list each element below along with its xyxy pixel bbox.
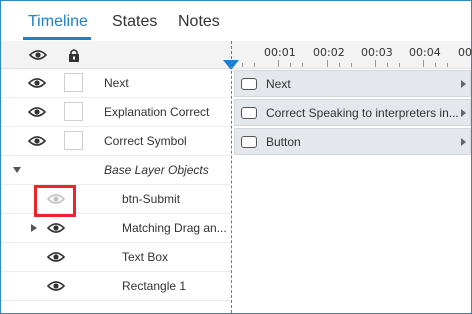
layer-name: Matching Drag an... xyxy=(122,221,227,235)
layer-row[interactable]: Correct Symbol xyxy=(1,127,231,156)
layer-name: Next xyxy=(104,76,129,90)
visibility-eye-icon[interactable] xyxy=(42,246,70,268)
visibility-eye-icon[interactable] xyxy=(23,101,51,123)
visibility-eye-icon[interactable] xyxy=(42,217,70,239)
timeline-track[interactable]: Next xyxy=(234,70,471,97)
ruler-tick-label: 00:03 xyxy=(361,46,393,59)
collapse-chevron-down-icon[interactable] xyxy=(12,165,22,175)
ruler-tick xyxy=(351,63,352,67)
layer-row[interactable]: Rectangle 1 xyxy=(1,272,231,301)
tab-notes[interactable]: Notes xyxy=(178,13,220,31)
lock-toggle[interactable] xyxy=(64,73,83,92)
ruler-tick xyxy=(399,63,400,67)
ruler-tick xyxy=(254,63,255,67)
track-end-arrow-icon xyxy=(461,80,466,88)
ruler-tick-label: 00:04 xyxy=(409,46,441,59)
ruler-tick xyxy=(339,63,340,67)
ruler-tick xyxy=(327,60,328,67)
object-icon xyxy=(241,78,257,90)
ruler-tick xyxy=(447,63,448,67)
ruler-tick xyxy=(278,60,279,67)
visibility-eye-icon[interactable] xyxy=(42,275,70,297)
highlight-annotation xyxy=(34,185,76,217)
track-end-arrow-icon xyxy=(461,138,466,146)
layer-row[interactable]: Explanation Correct xyxy=(1,98,231,127)
lock-toggle[interactable] xyxy=(64,102,83,121)
tab-bar: Timeline States Notes xyxy=(1,1,471,41)
expand-chevron-right-icon[interactable] xyxy=(29,223,39,233)
ruler-tick xyxy=(290,63,291,67)
track-end-arrow-icon xyxy=(461,109,466,117)
ruler-tick xyxy=(435,63,436,67)
layer-row[interactable]: Next xyxy=(1,69,231,98)
layer-row[interactable]: Text Box xyxy=(1,243,231,272)
layer-name: Rectangle 1 xyxy=(122,279,187,293)
ruler-tick xyxy=(387,63,388,67)
layer-name: btn-Submit xyxy=(122,192,181,206)
tab-timeline[interactable]: Timeline xyxy=(28,13,88,31)
ruler-tick xyxy=(302,63,303,67)
lock-all-lock-icon[interactable] xyxy=(59,41,89,69)
track-label: Button xyxy=(266,135,301,149)
layer-row[interactable]: Matching Drag an... xyxy=(1,214,231,243)
playhead-line[interactable] xyxy=(231,41,232,313)
timeline-panel: Timeline States Notes 00:01 00:02 00:03 … xyxy=(0,0,472,314)
object-icon xyxy=(241,107,257,119)
object-icon xyxy=(241,136,257,148)
group-row[interactable]: Base Layer Objects xyxy=(1,156,231,185)
visibility-eye-icon[interactable] xyxy=(23,72,51,94)
lock-toggle[interactable] xyxy=(64,131,83,150)
ruler-tick xyxy=(423,60,424,67)
ruler-tick-label: 00:02 xyxy=(313,46,345,59)
layer-name: Correct Symbol xyxy=(104,134,187,148)
ruler-tick-label: 00 xyxy=(458,46,472,59)
active-tab-indicator xyxy=(23,37,91,40)
timeline-track[interactable]: Correct Speaking to interpreters in... xyxy=(234,99,471,126)
layer-name: Text Box xyxy=(122,250,169,264)
visibility-eye-icon[interactable] xyxy=(23,130,51,152)
ruler-tick-label: 00:01 xyxy=(264,46,296,59)
layer-name: Explanation Correct xyxy=(104,105,210,119)
time-ruler[interactable]: 00:01 00:02 00:03 00:04 00 xyxy=(232,41,472,69)
track-label: Next xyxy=(266,77,291,91)
show-all-eye-icon[interactable] xyxy=(23,41,53,69)
ruler-tick xyxy=(242,63,243,67)
timeline-track[interactable]: Button xyxy=(234,128,471,155)
tab-states[interactable]: States xyxy=(112,13,157,31)
track-label: Correct Speaking to interpreters in... xyxy=(266,106,459,120)
ruler-tick xyxy=(375,60,376,67)
group-name: Base Layer Objects xyxy=(104,163,209,177)
